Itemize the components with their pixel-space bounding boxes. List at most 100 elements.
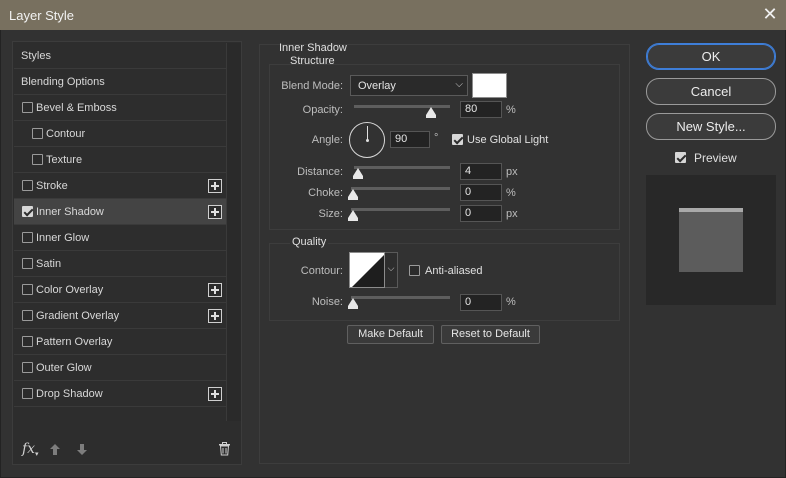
style-item-label: Blending Options: [21, 76, 105, 88]
styles-list: Styles Blending Options Bevel & Emboss Cont…: [14, 43, 226, 407]
trash-icon[interactable]: [218, 442, 231, 456]
style-item-checkbox[interactable]: [32, 128, 43, 139]
style-item-bevel-emboss[interactable]: Bevel & Emboss: [14, 95, 226, 121]
angle-dial[interactable]: [349, 122, 385, 158]
distance-slider-track[interactable]: [354, 166, 450, 169]
quality-group: [269, 243, 620, 321]
inner-shadow-title: Inner Shadow: [279, 42, 347, 54]
noise-slider-thumb[interactable]: [348, 298, 358, 309]
size-slider-thumb[interactable]: [348, 210, 358, 221]
angle-label: Angle:: [311, 134, 343, 146]
styles-bottom-bar: fx ▾: [13, 437, 241, 465]
style-item-contour[interactable]: Contour: [14, 121, 226, 147]
style-item-inner-shadow[interactable]: Inner Shadow: [14, 199, 226, 225]
style-item-checkbox[interactable]: [22, 362, 33, 373]
add-icon[interactable]: [208, 387, 222, 401]
style-item-texture[interactable]: Texture: [14, 147, 226, 173]
style-item-blending-options[interactable]: Blending Options: [14, 69, 226, 95]
style-item-checkbox[interactable]: [22, 180, 33, 191]
contour-label: Contour:: [300, 265, 343, 277]
window-title: Layer Style: [9, 8, 75, 23]
contour-preview[interactable]: [349, 252, 385, 288]
style-item-drop-shadow[interactable]: Drop Shadow: [14, 381, 226, 407]
preview-thumbnail: [679, 208, 743, 272]
shadow-color-swatch[interactable]: [472, 73, 507, 98]
distance-label: Distance:: [297, 166, 343, 178]
style-item-label: Inner Shadow: [36, 206, 104, 218]
style-item-stroke[interactable]: Stroke: [14, 173, 226, 199]
add-icon[interactable]: [208, 179, 222, 193]
style-item-label: Stroke: [36, 180, 68, 192]
choke-label: Choke:: [308, 187, 343, 199]
quality-title: Quality: [290, 236, 329, 248]
distance-slider-thumb[interactable]: [353, 168, 363, 179]
distance-unit: px: [506, 166, 518, 178]
anti-aliased-label: Anti-aliased: [425, 265, 483, 277]
chevron-down-icon: ⌵: [455, 79, 463, 90]
opacity-input[interactable]: 80: [460, 101, 502, 118]
angle-input[interactable]: 90: [390, 131, 430, 148]
style-item-label: Gradient Overlay: [36, 310, 120, 322]
style-item-checkbox[interactable]: [22, 310, 33, 321]
add-icon[interactable]: [208, 309, 222, 323]
close-icon[interactable]: ✕: [762, 5, 778, 23]
fx-icon[interactable]: fx ▾: [22, 441, 39, 458]
reset-to-default-button[interactable]: Reset to Default: [441, 325, 540, 344]
noise-unit: %: [506, 296, 516, 308]
angle-unit: °: [434, 132, 439, 144]
style-item-label: Color Overlay: [36, 284, 104, 296]
style-item-checkbox[interactable]: [32, 154, 43, 165]
style-item-inner-glow[interactable]: Inner Glow: [14, 225, 226, 251]
style-item-label: Drop Shadow: [36, 388, 103, 400]
choke-unit: %: [506, 187, 516, 199]
style-item-outer-glow[interactable]: Outer Glow: [14, 355, 226, 381]
make-default-button[interactable]: Make Default: [347, 325, 434, 344]
style-item-satin[interactable]: Satin: [14, 251, 226, 277]
preview-label: Preview: [694, 151, 737, 165]
style-item-label: Inner Glow: [36, 232, 90, 244]
style-item-label: Satin: [36, 258, 62, 270]
opacity-slider-thumb[interactable]: [425, 107, 436, 118]
style-item-checkbox[interactable]: [22, 388, 33, 399]
move-down-icon[interactable]: [76, 443, 88, 457]
cancel-button[interactable]: Cancel: [646, 78, 776, 105]
style-item-label: Styles: [21, 50, 51, 62]
style-item-gradient-overlay[interactable]: Gradient Overlay: [14, 303, 226, 329]
preview-checkbox[interactable]: [675, 152, 686, 163]
move-up-icon[interactable]: [49, 443, 61, 457]
blend-mode-select[interactable]: Overlay ⌵: [350, 75, 468, 96]
use-global-light-label: Use Global Light: [467, 134, 549, 146]
noise-slider-track[interactable]: [351, 296, 450, 299]
style-item-checkbox[interactable]: [22, 206, 33, 217]
add-icon[interactable]: [208, 283, 222, 297]
use-global-light-checkbox[interactable]: [452, 134, 463, 145]
add-icon[interactable]: [208, 205, 222, 219]
style-item-checkbox[interactable]: [22, 102, 33, 113]
style-item-styles[interactable]: Styles: [14, 43, 226, 69]
style-item-checkbox[interactable]: [22, 284, 33, 295]
distance-input[interactable]: 4: [460, 163, 502, 180]
noise-input[interactable]: 0: [460, 294, 502, 311]
contour-dropdown[interactable]: ⌵: [385, 252, 398, 288]
angle-dial-center: [366, 139, 369, 142]
style-item-label: Contour: [46, 128, 86, 140]
styles-panel: Styles Blending Options Bevel & Emboss Cont…: [12, 41, 242, 465]
styles-list-scrollbar[interactable]: [226, 43, 241, 421]
style-item-checkbox[interactable]: [22, 232, 33, 243]
size-slider-track[interactable]: [351, 208, 450, 211]
style-item-checkbox[interactable]: [22, 258, 33, 269]
new-style-button[interactable]: New Style...: [646, 113, 776, 140]
size-label: Size:: [318, 208, 343, 220]
style-item-pattern-overlay[interactable]: Pattern Overlay: [14, 329, 226, 355]
opacity-label: Opacity:: [302, 104, 343, 116]
layer-style-dialog: Styles Blending Options Bevel & Emboss Cont…: [0, 30, 786, 478]
size-input[interactable]: 0: [460, 205, 502, 222]
ok-button[interactable]: OK: [646, 43, 776, 70]
choke-slider-track[interactable]: [351, 187, 450, 190]
choke-input[interactable]: 0: [460, 184, 502, 201]
anti-aliased-checkbox[interactable]: [409, 265, 420, 276]
choke-slider-thumb[interactable]: [348, 189, 358, 200]
style-item-checkbox[interactable]: [22, 336, 33, 347]
title-bar: Layer Style ✕: [0, 0, 786, 30]
style-item-color-overlay[interactable]: Color Overlay: [14, 277, 226, 303]
